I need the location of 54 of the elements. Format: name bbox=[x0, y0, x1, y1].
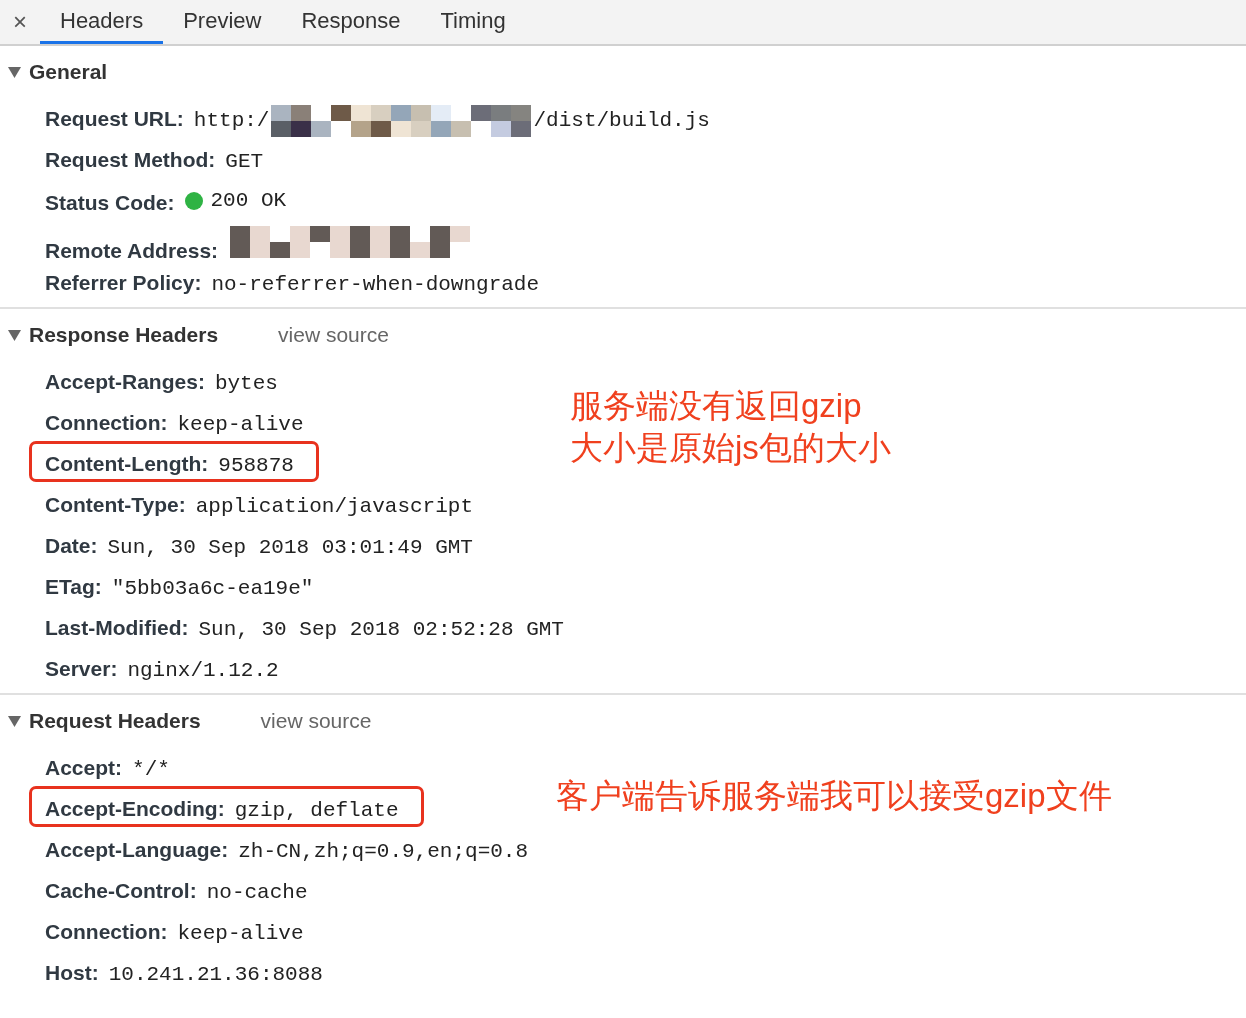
header-value: 958878 bbox=[218, 453, 294, 479]
annotation-text: 客户端告诉服务端我可以接受gzip文件 bbox=[556, 776, 1112, 816]
header-value: bytes bbox=[214, 371, 278, 397]
header-name: Accept-Ranges: bbox=[45, 369, 205, 395]
header-value: nginx/1.12.2 bbox=[127, 658, 279, 684]
close-button[interactable]: × bbox=[0, 0, 40, 44]
section-header[interactable]: Request Headers bbox=[8, 705, 201, 737]
header-name: Request URL: bbox=[45, 106, 184, 132]
header-name: Accept-Language: bbox=[45, 837, 229, 863]
header-value: 10.241.21.36:8088 bbox=[108, 962, 323, 988]
view-source-link[interactable]: view source bbox=[260, 705, 372, 737]
header-value: keep-alive bbox=[177, 921, 304, 947]
header-value: application/javascript bbox=[195, 494, 473, 520]
tab[interactable]: Preview bbox=[163, 0, 282, 44]
header-value: zh-CN,zh;q=0.9,en;q=0.8 bbox=[238, 839, 529, 865]
header-name: Connection: bbox=[45, 919, 168, 945]
disclosure-triangle-icon bbox=[8, 715, 21, 727]
tab[interactable]: Timing bbox=[420, 0, 526, 44]
header-name: Server: bbox=[45, 656, 118, 682]
header-name: Host: bbox=[45, 960, 99, 986]
annotation-text: 大小是原始js包的大小 bbox=[570, 428, 891, 468]
header-name: Content-Length: bbox=[45, 451, 209, 477]
header-name: Remote Address: bbox=[45, 238, 219, 264]
tab[interactable]: Response bbox=[281, 0, 421, 44]
header-name: Referrer Policy: bbox=[45, 270, 202, 296]
section-header[interactable]: General bbox=[8, 56, 108, 88]
header-name: Request Method: bbox=[45, 147, 216, 173]
disclosure-triangle-icon bbox=[8, 66, 21, 78]
header-value: http:/ bbox=[193, 108, 270, 134]
header-name: Accept: bbox=[45, 755, 123, 781]
header-value: */* bbox=[132, 757, 170, 783]
view-source-link[interactable]: view source bbox=[278, 319, 389, 351]
header-name: Connection: bbox=[45, 410, 168, 436]
header-value: /dist/build.js bbox=[533, 108, 710, 134]
header-name: Date: bbox=[45, 533, 98, 559]
header-name: Cache-Control: bbox=[45, 878, 197, 904]
header-name: Status Code: bbox=[45, 189, 175, 216]
header-value: keep-alive bbox=[177, 412, 304, 438]
header-value: GET bbox=[225, 149, 264, 175]
header-value: 200 OK bbox=[210, 188, 287, 214]
tab[interactable]: Headers bbox=[40, 0, 164, 44]
header-name: Accept-Encoding: bbox=[45, 796, 225, 822]
disclosure-triangle-icon bbox=[8, 329, 21, 341]
header-value: gzip, deflate bbox=[234, 798, 399, 824]
header-value: "5bb03a6c-ea19e" bbox=[111, 576, 314, 602]
header-name: Content-Type: bbox=[45, 492, 186, 518]
header-value: no-referrer-when-downgrade bbox=[211, 272, 540, 298]
header-name: ETag: bbox=[45, 574, 102, 600]
header-value: Sun, 30 Sep 2018 03:01:49 GMT bbox=[107, 535, 473, 561]
header-name: Last-Modified: bbox=[45, 615, 189, 641]
header-value: Sun, 30 Sep 2018 02:52:28 GMT bbox=[198, 617, 564, 643]
section-header[interactable]: Response Headers bbox=[8, 319, 219, 351]
annotation-text: 服务端没有返回gzip bbox=[570, 386, 863, 426]
header-value: no-cache bbox=[206, 880, 308, 906]
